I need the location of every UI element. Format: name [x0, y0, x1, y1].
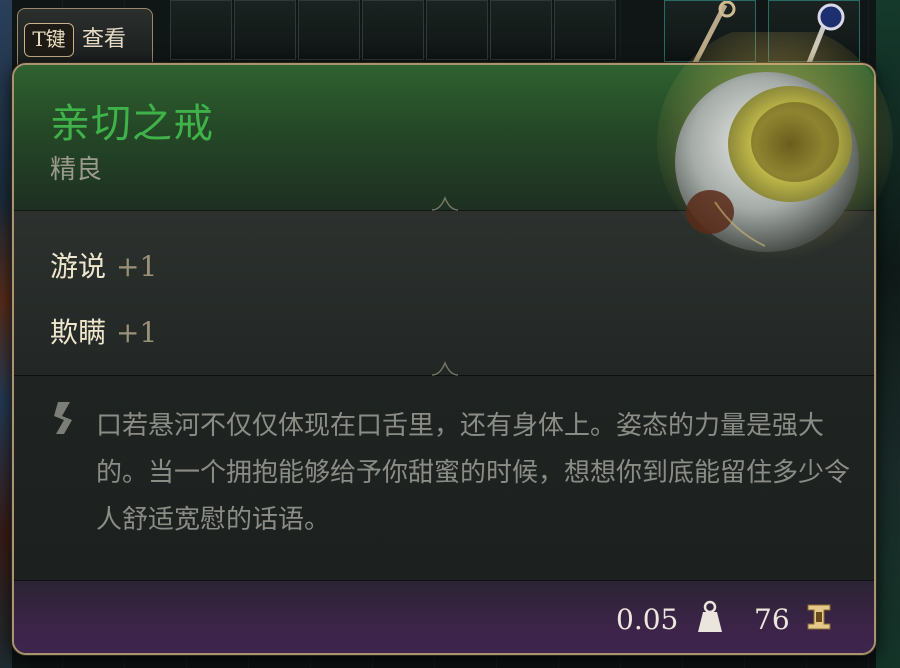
property-row: 欺瞒 +1: [50, 311, 157, 351]
weight-value: 0.05: [616, 603, 679, 636]
inventory-edge-left: [0, 0, 12, 668]
inventory-slot-staff[interactable]: [664, 0, 756, 65]
property-name: 欺瞒: [50, 316, 107, 349]
quote-icon: [54, 402, 72, 434]
inspect-hint-tab[interactable]: T键 查看: [17, 8, 153, 66]
inventory-slot[interactable]: [554, 0, 616, 60]
inventory-edge-right: [876, 0, 900, 668]
divider: [14, 580, 874, 581]
inspect-label: 查看: [82, 27, 127, 52]
inventory-slot[interactable]: [490, 0, 552, 60]
inventory-slot[interactable]: [170, 0, 232, 60]
divider-notch: [431, 361, 459, 381]
property-bonus: +1: [116, 316, 158, 349]
staff-icon: [692, 0, 736, 65]
inventory-slot[interactable]: [362, 0, 424, 60]
property-name: 游说: [50, 250, 107, 283]
item-description: 口若悬河不仅仅体现在口舌里，还有身体上。姿态的力量是强大的。当一个拥抱能够给予你…: [96, 411, 851, 535]
tooltip-footer: [14, 580, 874, 653]
inventory-screen: T键 查看 亲切之戒 精良 游说 +1 欺瞒 +1 口若悬河不仅仅体现在口舌里，还有…: [0, 0, 900, 668]
wand-icon: [806, 3, 845, 64]
item-name: 亲切之戒: [50, 101, 214, 147]
hotkey-badge: T键: [24, 23, 74, 57]
property-bonus: +1: [116, 250, 158, 283]
item-rarity: 精良: [50, 155, 103, 185]
inventory-slot[interactable]: [426, 0, 488, 60]
divider-notch: [431, 196, 459, 216]
price-value: 76: [754, 603, 790, 636]
item-tooltip: 亲切之戒 精良 游说 +1 欺瞒 +1 口若悬河不仅仅体现在口舌里，还有身体上。姿态…: [12, 63, 876, 655]
inventory-slot[interactable]: [234, 0, 296, 60]
inventory-slot-wand[interactable]: [768, 0, 860, 64]
gold-coin-icon: [807, 604, 831, 630]
property-row: 游说 +1: [50, 245, 157, 285]
inventory-slot[interactable]: [298, 0, 360, 60]
weight-icon: [698, 600, 722, 632]
